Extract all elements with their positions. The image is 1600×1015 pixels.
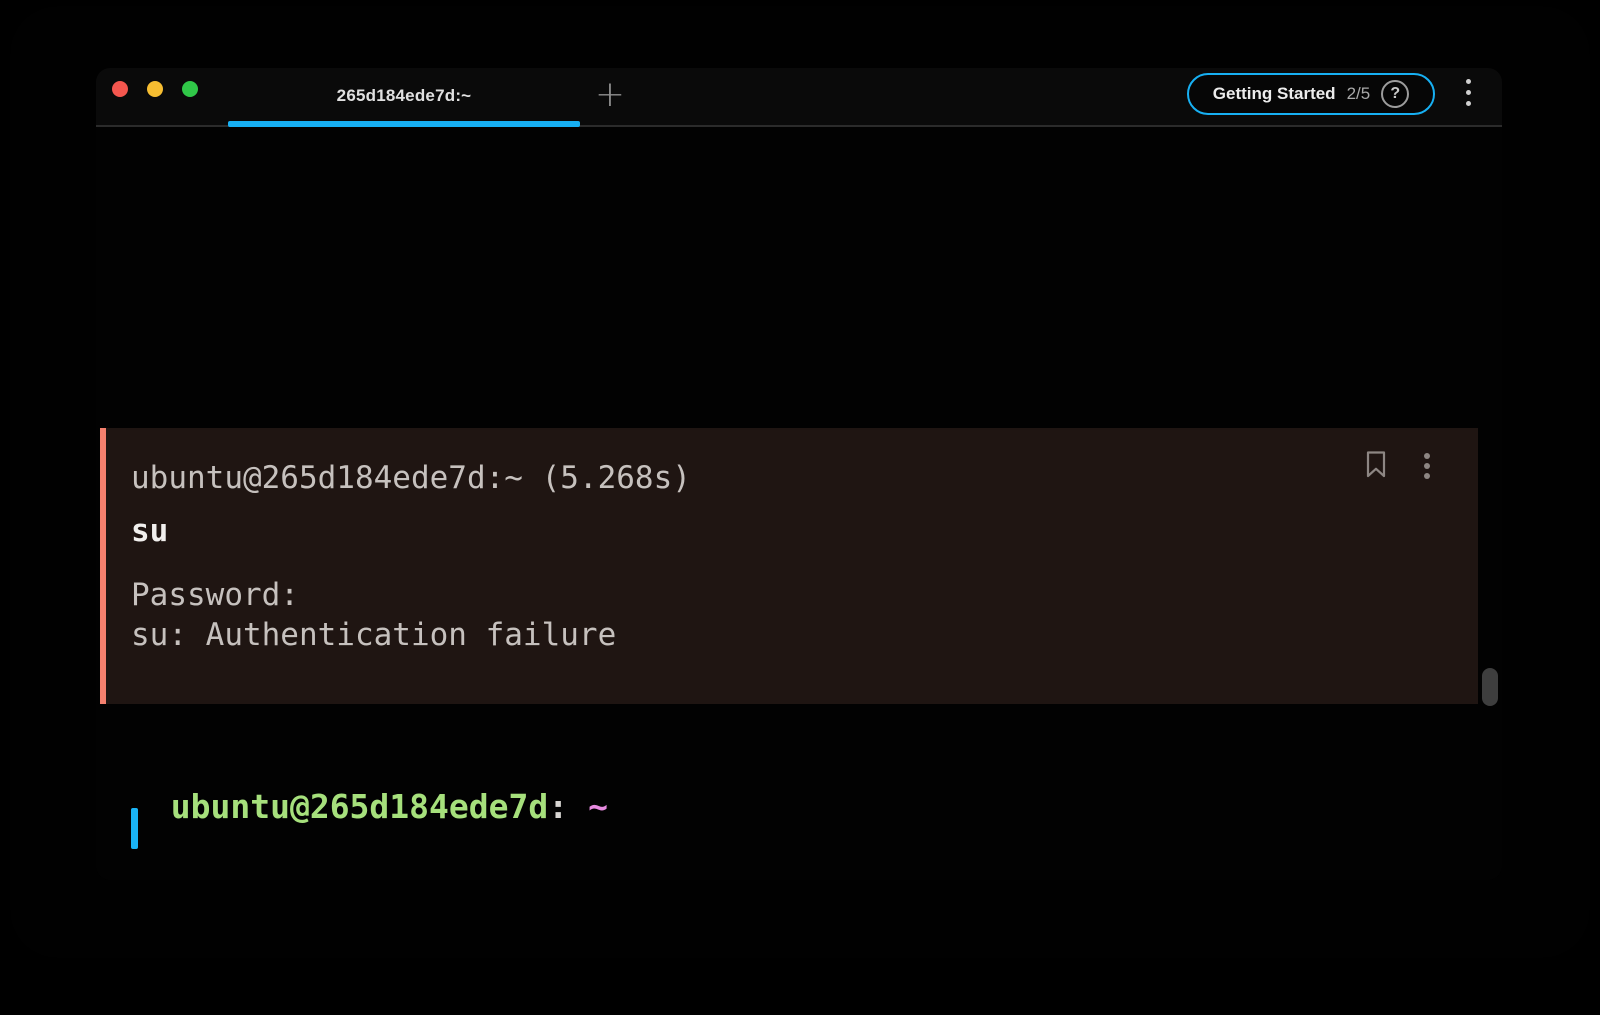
kebab-dot	[1466, 79, 1471, 84]
getting-started-label: Getting Started	[1213, 84, 1336, 104]
prompt-user-host: ubuntu@265d184ede7d	[171, 787, 549, 826]
text-cursor	[131, 808, 138, 849]
getting-started-progress: 2/5	[1347, 84, 1371, 104]
zoom-button[interactable]	[182, 81, 198, 97]
prompt-colon: :	[548, 787, 568, 826]
plus-icon: +	[595, 77, 625, 113]
bookmark-icon[interactable]	[1366, 451, 1386, 478]
tab-active[interactable]: 265d184ede7d:~	[228, 74, 580, 118]
kebab-dot	[1466, 90, 1471, 95]
scrollbar-thumb[interactable]	[1482, 668, 1498, 706]
kebab-dot	[1424, 453, 1430, 459]
new-tab-button[interactable]: +	[584, 72, 636, 118]
block-output-line: Password:	[131, 575, 299, 615]
prompt-directory: ~	[588, 787, 608, 826]
window-menu-button[interactable]	[1458, 79, 1478, 119]
active-tab-indicator	[228, 121, 580, 127]
block-command: su	[131, 511, 168, 551]
kebab-dot	[1466, 101, 1471, 106]
block-output-line: su: Authentication failure	[131, 615, 616, 655]
tab-title: 265d184ede7d:~	[337, 86, 472, 106]
kebab-dot	[1424, 473, 1430, 479]
kebab-dot	[1424, 463, 1430, 469]
help-icon[interactable]: ?	[1381, 80, 1409, 108]
getting-started-button[interactable]: Getting Started 2/5 ?	[1187, 73, 1435, 115]
block-menu-button[interactable]	[1420, 453, 1434, 479]
minimize-button[interactable]	[147, 81, 163, 97]
close-button[interactable]	[112, 81, 128, 97]
prompt-line[interactable]: ubuntu@265d184ede7d: ~	[131, 747, 608, 827]
block-prompt-header: ubuntu@265d184ede7d:~ (5.268s)	[131, 458, 691, 498]
